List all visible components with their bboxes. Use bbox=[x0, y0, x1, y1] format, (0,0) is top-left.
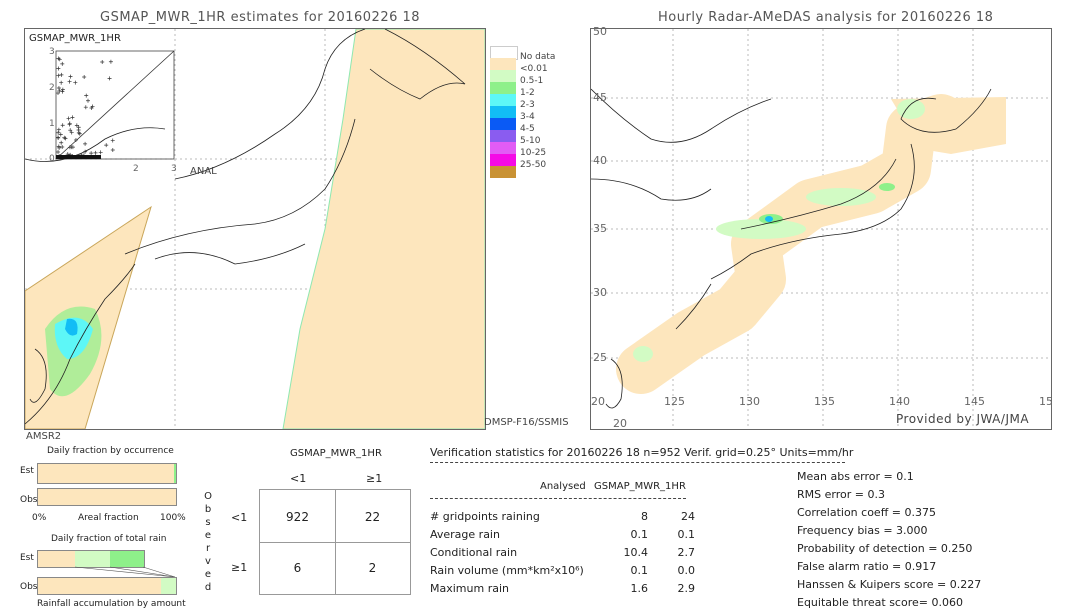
col-analysed: Analysed bbox=[540, 481, 586, 492]
stat-a: 0.1 bbox=[630, 564, 649, 577]
stat-a: 1.6 bbox=[630, 582, 649, 595]
cell-hit: 2 bbox=[368, 561, 377, 575]
lat-tick: 20 bbox=[613, 417, 627, 430]
lat-tick: 35 bbox=[593, 222, 607, 235]
data-credit: Provided by JWA/JMA bbox=[896, 412, 1030, 426]
stat-b: 0.0 bbox=[677, 564, 696, 577]
observed-side-label: Observed bbox=[204, 491, 212, 593]
col-label: ≥1 bbox=[366, 472, 383, 485]
cell-false-alarm: 22 bbox=[364, 510, 381, 524]
score-line: Probability of detection = 0.250 bbox=[797, 542, 973, 555]
score-line: Hanssen & Kuipers score = 0.227 bbox=[797, 578, 982, 591]
legend-label: No data bbox=[520, 52, 556, 62]
legend-label: 0.5-1 bbox=[520, 76, 544, 86]
row-label: <1 bbox=[231, 511, 248, 524]
score-line: Equitable threat score= 0.060 bbox=[797, 596, 963, 609]
col-label: <1 bbox=[290, 472, 307, 485]
stat-b: 24 bbox=[681, 510, 695, 523]
lon-tick: 130 bbox=[739, 395, 760, 408]
contingency-table: 922 22 6 2 bbox=[259, 489, 411, 595]
divider bbox=[430, 498, 686, 499]
right-map: 50 45 40 35 30 25 20 20 125 130 135 140 … bbox=[590, 25, 1053, 430]
lon-tick: 140 bbox=[889, 395, 910, 408]
stats-title: Verification statistics for 20160226 18 … bbox=[430, 446, 854, 459]
lon-tick: 15 bbox=[1039, 395, 1053, 408]
row-label: ≥1 bbox=[231, 561, 248, 574]
legend-label: 4-5 bbox=[520, 124, 535, 134]
color-legend: No data <0.01 0.5-1 1-2 2-3 3-4 4-5 5-10 10-25 25… bbox=[490, 46, 570, 186]
stat-a: 0.1 bbox=[630, 528, 649, 541]
lon-tick: 135 bbox=[814, 395, 835, 408]
right-map-canvas bbox=[590, 29, 1051, 429]
lon-tick: 125 bbox=[664, 395, 685, 408]
legend-label: 3-4 bbox=[520, 112, 535, 122]
lon-tick: 145 bbox=[964, 395, 985, 408]
lat-tick: 45 bbox=[593, 91, 607, 104]
legend-label: 5-10 bbox=[520, 136, 541, 146]
col-estimate: GSMAP_MWR_1HR bbox=[594, 481, 686, 492]
lat-tick: 40 bbox=[593, 154, 607, 167]
stat-label: Average rain bbox=[430, 528, 500, 541]
score-line: Mean abs error = 0.1 bbox=[797, 470, 914, 483]
lon-tick: 20 bbox=[591, 395, 605, 408]
stat-b: 2.7 bbox=[677, 546, 696, 559]
lat-tick: 30 bbox=[593, 286, 607, 299]
verification-figure: GSMAP_MWR_1HR estimates for 20160226 18 … bbox=[0, 0, 1080, 612]
cell-miss: 6 bbox=[293, 561, 302, 575]
total-rain-obs-bar bbox=[37, 577, 177, 595]
legend-label: 1-2 bbox=[520, 88, 535, 98]
legend-swatch bbox=[490, 166, 516, 179]
obs-label: Obs bbox=[20, 582, 38, 592]
accumulation-title: Rainfall accumulation by amount bbox=[37, 599, 186, 609]
stat-a: 8 bbox=[641, 510, 648, 523]
ssmis-swath bbox=[282, 28, 486, 430]
lat-tick-top: 50 bbox=[593, 25, 607, 38]
right-map-title: Hourly Radar-AMeDAS analysis for 2016022… bbox=[658, 10, 994, 25]
contingency-header: GSMAP_MWR_1HR bbox=[290, 448, 382, 459]
legend-label: 2-3 bbox=[520, 100, 535, 110]
obs-light-segment bbox=[161, 578, 176, 594]
score-line: RMS error = 0.3 bbox=[797, 488, 885, 501]
radar-rain-heavy bbox=[765, 216, 773, 222]
score-line: Correlation coeff = 0.375 bbox=[797, 506, 936, 519]
radar-coverage bbox=[616, 94, 966, 394]
score-line: Frequency bias = 3.000 bbox=[797, 524, 928, 537]
stat-label: Conditional rain bbox=[430, 546, 518, 559]
score-line: False alarm ratio = 0.917 bbox=[797, 560, 937, 573]
stat-a: 10.4 bbox=[623, 546, 649, 559]
divider bbox=[430, 462, 845, 463]
stat-label: Maximum rain bbox=[430, 582, 509, 595]
stat-label: # gridpoints raining bbox=[430, 510, 540, 523]
stat-b: 2.9 bbox=[677, 582, 696, 595]
legend-label: <0.01 bbox=[520, 64, 548, 74]
legend-label: 10-25 bbox=[520, 148, 547, 158]
stat-b: 0.1 bbox=[677, 528, 696, 541]
stat-label: Rain volume (mm*km²x10⁶) bbox=[430, 564, 584, 577]
cell-hit-none: 922 bbox=[286, 510, 309, 524]
lat-tick: 25 bbox=[593, 351, 607, 364]
connector-lines bbox=[74, 566, 176, 578]
legend-label: 25-50 bbox=[520, 160, 547, 170]
sensor-label-right: DMSP-F16/SSMIS bbox=[484, 417, 569, 428]
